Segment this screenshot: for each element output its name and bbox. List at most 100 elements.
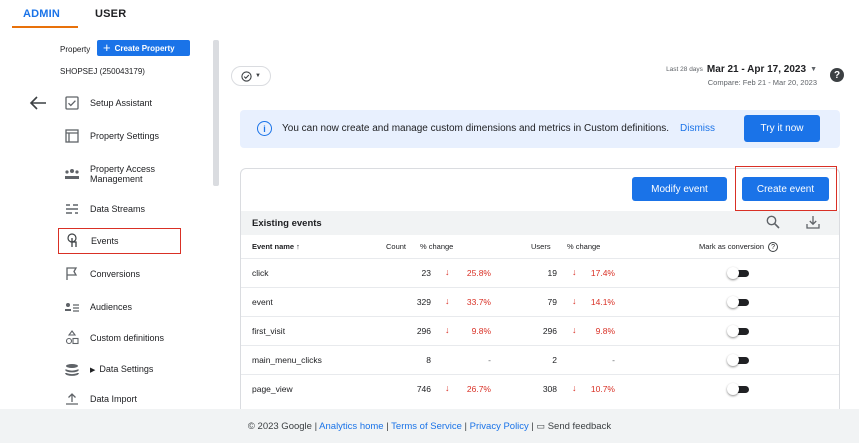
sidebar-item-data-settings[interactable]: ▶ Data Settings [58,356,208,384]
help-icon[interactable]: ? [830,68,844,82]
create-property-label: Create Property [114,43,175,53]
feedback-label: Send feedback [547,421,612,432]
chevron-down-icon: ▼ [810,66,817,73]
expand-arrow-icon: ▶ [90,367,96,374]
sidebar-item-conversions[interactable]: Conversions [58,260,208,288]
event-name-cell[interactable]: first_visit [252,326,285,336]
users-cell: 79 [547,297,557,307]
date-range-picker[interactable]: Last 28 days Mar 21 - Apr 17, 2023 ▼ Com… [666,64,817,87]
try-it-now-button[interactable]: Try it now [744,115,820,142]
modify-event-button[interactable]: Modify event [632,177,727,201]
check-circle-icon [241,70,252,82]
audience-icon [62,297,82,317]
sidebar-item-label: Setup Assistant [90,98,153,108]
footer-separator: | [461,421,470,432]
active-tab-indicator [12,26,78,28]
col-mark-conversion: Mark as conversion ? [699,242,779,253]
property-id: SHOPSEJ (250043179) [60,67,145,76]
tab-user[interactable]: USER [95,8,126,20]
count-change-cell: 26.7% [466,384,491,394]
sidebar-item-label: Conversions [90,269,141,279]
col-users-change[interactable]: % change [567,242,600,251]
info-icon: i [257,121,272,136]
footer-separator: | [528,421,537,432]
arrow-down-icon: ↓ [572,296,577,306]
analytics-home-link[interactable]: Analytics home [319,421,383,432]
table-row[interactable]: click 23 ↓ 25.8% 19 ↓ 17.4% [241,258,839,287]
count-change-cell: 9.8% [471,326,491,336]
mark-conversion-label: Mark as conversion [699,242,765,251]
users-change-cell: - [612,355,615,365]
sidebar-item-property-settings[interactable]: Property Settings [58,122,208,150]
tab-admin[interactable]: ADMIN [23,8,60,20]
arrow-down-icon: ↓ [572,325,577,335]
sidebar-item-setup-assistant[interactable]: Setup Assistant [58,89,208,117]
sidebar-scrollbar[interactable] [213,40,219,186]
terms-link[interactable]: Terms of Service [391,421,462,432]
conversion-toggle[interactable] [727,354,749,366]
feedback-icon: ▭ [536,421,546,431]
count-change-cell: 25.8% [466,268,491,278]
event-name-cell[interactable]: click [252,268,269,278]
data-settings-text: Data Settings [99,364,154,374]
download-icon[interactable] [806,215,820,229]
toggle-knob [727,267,739,279]
info-banner: i You can now create and manage custom d… [240,110,840,148]
privacy-link[interactable]: Privacy Policy [470,421,529,432]
count-cell: 296 [416,326,431,336]
sidebar-item-audiences[interactable]: Audiences [58,293,208,321]
arrow-down-icon: ↓ [445,383,450,393]
sidebar-item-label: Data Streams [90,204,146,214]
event-name-cell[interactable]: main_menu_clicks [252,355,322,365]
col-count[interactable]: Count [386,242,406,251]
people-icon [62,164,82,184]
table-row[interactable]: main_menu_clicks 8 - 2 - [241,345,839,374]
users-change-cell: 17.4% [590,268,615,278]
event-name-cell[interactable]: page_view [252,384,293,394]
conversion-toggle[interactable] [727,383,749,395]
footer: © 2023 Google | Analytics home | Terms o… [0,409,859,443]
conversion-toggle[interactable] [727,325,749,337]
table-row[interactable]: page_view 746 ↓ 26.7% 308 ↓ 10.7% [241,374,839,403]
sidebar-item-label: ▶ Data Settings [90,364,153,376]
streams-icon [62,199,82,219]
arrow-down-icon: ↓ [572,267,577,277]
sidebar-item-property-access[interactable]: Property Access Management [58,160,208,188]
sidebar-item-data-streams[interactable]: Data Streams [58,195,208,223]
feedback-link[interactable]: ▭ Send feedback [537,421,612,432]
search-icon[interactable] [766,215,780,229]
sidebar-item-events[interactable]: Events [58,228,181,254]
toggle-knob [727,354,739,366]
count-cell: 329 [416,297,431,307]
count-cell: 8 [426,355,431,365]
back-arrow-icon[interactable] [28,95,48,111]
top-tab-bar: ADMIN USER [0,0,859,29]
filter-chip[interactable]: ▼ [231,66,271,86]
database-icon [62,360,82,380]
sidebar-item-label: Property Settings [90,131,160,141]
sidebar-item-data-import[interactable]: Data Import [58,389,208,409]
arrow-down-icon: ↓ [445,325,450,335]
col-count-change[interactable]: % change [420,242,453,251]
table-row[interactable]: event 329 ↓ 33.7% 79 ↓ 14.1% [241,287,839,316]
sidebar-item-label: Custom definitions [90,333,165,343]
dismiss-button[interactable]: Dismiss [680,123,715,134]
col-users[interactable]: Users [531,242,551,251]
footer-copyright: © 2023 Google | [247,421,320,432]
event-name-cell[interactable]: event [252,297,273,307]
shapes-icon [62,328,82,348]
sidebar-item-custom-definitions[interactable]: Custom definitions [58,324,208,352]
conversion-toggle[interactable] [727,267,749,279]
toggle-knob [727,296,739,308]
conversion-toggle[interactable] [727,296,749,308]
table-row[interactable]: first_visit 296 ↓ 9.8% 296 ↓ 9.8% [241,316,839,345]
create-property-button[interactable]: + Create Property [97,40,190,56]
col-event-name[interactable]: Event name ↑ [252,242,300,251]
sidebar-item-label: Data Import [90,394,138,404]
checkbox-icon [62,93,82,113]
help-circle-icon[interactable]: ? [768,242,779,253]
users-cell: 308 [542,384,557,394]
chevron-down-icon: ▼ [255,73,261,79]
users-change-cell: 9.8% [595,326,615,336]
count-cell: 23 [421,268,431,278]
